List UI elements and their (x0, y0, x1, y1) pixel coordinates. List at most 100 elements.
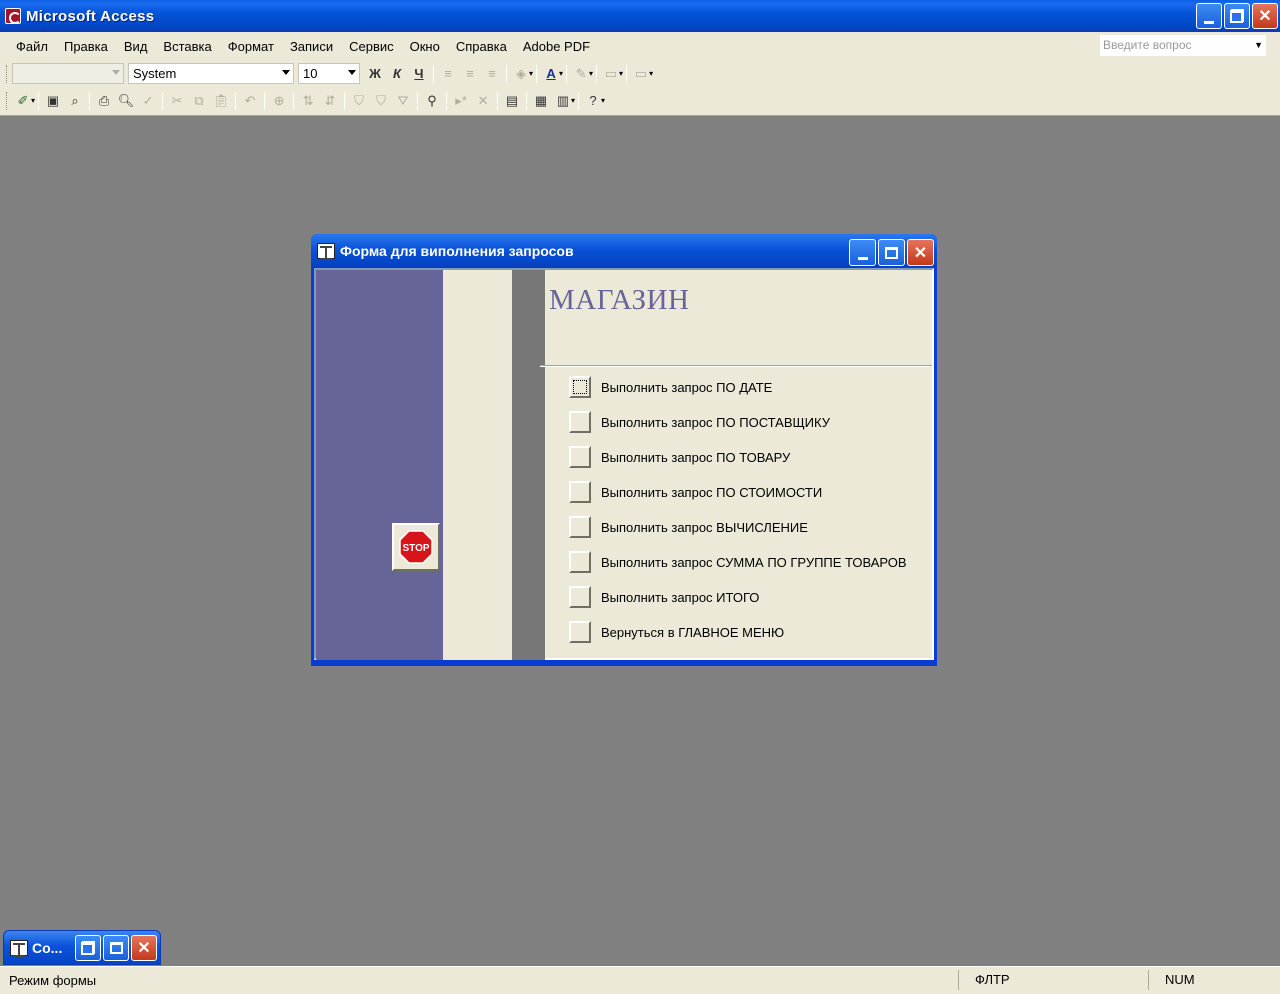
italic-button[interactable]: К (386, 63, 408, 85)
copy-icon[interactable]: ⧉ (188, 90, 210, 112)
database-window-icon[interactable]: ▦ (530, 90, 552, 112)
run-query-sum-by-group-button[interactable] (569, 551, 591, 573)
chevron-down-icon[interactable]: ▾ (601, 96, 605, 105)
menu-edit[interactable]: Правка (56, 39, 116, 54)
form-titlebar[interactable]: Форма для виполнения запросов ✕ (311, 234, 937, 268)
chevron-down-icon[interactable]: ▾ (589, 69, 593, 78)
return-to-main-menu-button[interactable] (569, 621, 591, 643)
chevron-down-icon[interactable]: ▾ (31, 96, 35, 105)
decorative-beige-panel (443, 270, 512, 660)
run-query-calculation-button[interactable] (569, 516, 591, 538)
run-query-by-supplier-button[interactable] (569, 411, 591, 433)
cut-icon[interactable]: ✂ (166, 90, 188, 112)
query-row: Выполнить запрос ПО ПОСТАВЩИКУ (569, 411, 830, 433)
find-binoculars-icon[interactable]: ⚲ (421, 90, 443, 112)
undo-icon[interactable]: ↶ (239, 90, 261, 112)
spelling-icon[interactable]: ✓ (137, 90, 159, 112)
font-size-combo[interactable]: 10 (298, 63, 360, 84)
chevron-down-icon[interactable]: ▾ (559, 69, 563, 78)
decorative-purple-panel (316, 270, 443, 660)
toolbar-separator (497, 91, 499, 110)
chevron-down-icon[interactable]: ▾ (571, 96, 575, 105)
menu-bar: Файл Правка Вид Вставка Формат Записи Се… (0, 32, 1280, 60)
run-query-by-date-button[interactable] (569, 376, 591, 398)
align-center-icon[interactable]: ≡ (459, 63, 481, 85)
stop-button[interactable]: STOP (392, 523, 440, 571)
object-combo[interactable] (12, 63, 124, 84)
restore-button[interactable] (75, 935, 101, 961)
menu-insert[interactable]: Вставка (155, 39, 219, 54)
query-label: Выполнить запрос ИТОГО (601, 589, 760, 605)
close-button[interactable]: ✕ (1252, 3, 1278, 29)
menu-adobe-pdf[interactable]: Adobe PDF (515, 39, 598, 54)
chevron-down-icon (348, 70, 356, 75)
query-label: Выполнить запрос СУММА ПО ГРУППЕ ТОВАРОВ (601, 554, 907, 570)
file-search-icon[interactable]: ⌕ (64, 90, 86, 112)
menu-view[interactable]: Вид (116, 39, 156, 54)
align-left-icon[interactable]: ≡ (437, 63, 459, 85)
underline-button[interactable]: Ч (408, 63, 430, 85)
stop-sign-label: STOP (402, 543, 429, 554)
run-query-by-cost-button[interactable] (569, 481, 591, 503)
form-window-title: Форма для виполнения запросов (340, 243, 574, 259)
toolbar-separator (293, 91, 295, 110)
query-label: Вернуться в ГЛАВНОЕ МЕНЮ (601, 624, 785, 640)
form-heading: МАГАЗИН (549, 284, 690, 316)
menu-file[interactable]: Файл (8, 39, 56, 54)
properties-icon[interactable]: ▤ (501, 90, 523, 112)
restore-button[interactable] (1224, 3, 1250, 29)
minimized-window[interactable]: Со... ✕ (3, 930, 161, 965)
chevron-down-icon[interactable]: ▾ (649, 69, 653, 78)
minimize-button[interactable] (1196, 3, 1222, 29)
toolbar-separator (536, 64, 538, 83)
toolbar-separator (162, 91, 164, 110)
sort-ascending-icon[interactable]: ⇅ (297, 90, 319, 112)
query-row: Выполнить запрос ПО СТОИМОСТИ (569, 481, 822, 503)
align-right-icon[interactable]: ≡ (481, 63, 503, 85)
menu-window[interactable]: Окно (402, 39, 448, 54)
apply-filter-icon[interactable]: ⛛ (392, 90, 414, 112)
minimize-icon (1204, 20, 1214, 24)
menu-tools[interactable]: Сервис (341, 39, 402, 54)
ask-question-box[interactable]: Введите вопрос ▼ (1100, 35, 1266, 56)
paste-icon[interactable]: 📋︎ (210, 90, 232, 112)
toolbar-separator (344, 91, 346, 110)
app-titlebar: Microsoft Access ✕ (0, 0, 1280, 32)
chevron-down-icon[interactable]: ▾ (619, 69, 623, 78)
chevron-down-icon[interactable]: ▼ (1254, 36, 1263, 55)
menu-format[interactable]: Формат (220, 39, 282, 54)
status-numlock: NUM (1148, 970, 1280, 990)
formatting-toolbar: System 10 Ж К Ч ≡ ≡ ≡ ◈ ▾ A ▾ ✎ ▾ ▭ ▾ ▭ ▾ (0, 60, 1280, 87)
toolbar-separator (566, 64, 568, 83)
command-bars: Файл Правка Вид Вставка Формат Записи Се… (0, 32, 1280, 116)
access-key-icon[interactable] (5, 8, 21, 24)
query-form-window: Форма для виполнения запросов ✕ STOP МАГ… (311, 234, 937, 666)
app-window-controls: ✕ (1196, 3, 1278, 29)
new-record-icon[interactable]: ▸* (450, 90, 472, 112)
print-icon[interactable]: ⎙ (93, 90, 115, 112)
chevron-down-icon[interactable]: ▾ (529, 69, 533, 78)
toolbar-grip[interactable] (6, 91, 9, 110)
bold-button[interactable]: Ж (364, 63, 386, 85)
filter-by-form-icon[interactable]: ⛉ (370, 90, 392, 112)
save-icon[interactable]: ▣ (42, 90, 64, 112)
sort-descending-icon[interactable]: ⇵ (319, 90, 341, 112)
form-minimize-button[interactable] (849, 239, 876, 266)
maximize-button[interactable] (103, 935, 129, 961)
print-preview-icon[interactable]: 🔍︎ (115, 90, 137, 112)
run-query-total-button[interactable] (569, 586, 591, 608)
filter-by-selection-icon[interactable]: ⛉ (348, 90, 370, 112)
menu-help[interactable]: Справка (448, 39, 515, 54)
form-maximize-button[interactable] (878, 239, 905, 266)
font-name-combo[interactable]: System (128, 63, 294, 84)
close-button[interactable]: ✕ (131, 935, 157, 961)
hyperlink-icon[interactable]: ⊕ (268, 90, 290, 112)
form-icon[interactable] (10, 939, 28, 957)
delete-record-icon[interactable]: ✕ (472, 90, 494, 112)
form-icon[interactable] (317, 243, 335, 260)
run-query-by-product-button[interactable] (569, 446, 591, 468)
menu-records[interactable]: Записи (282, 39, 341, 54)
form-close-button[interactable]: ✕ (907, 239, 934, 266)
toolbar-separator (626, 64, 628, 83)
toolbar-grip[interactable] (6, 64, 9, 83)
